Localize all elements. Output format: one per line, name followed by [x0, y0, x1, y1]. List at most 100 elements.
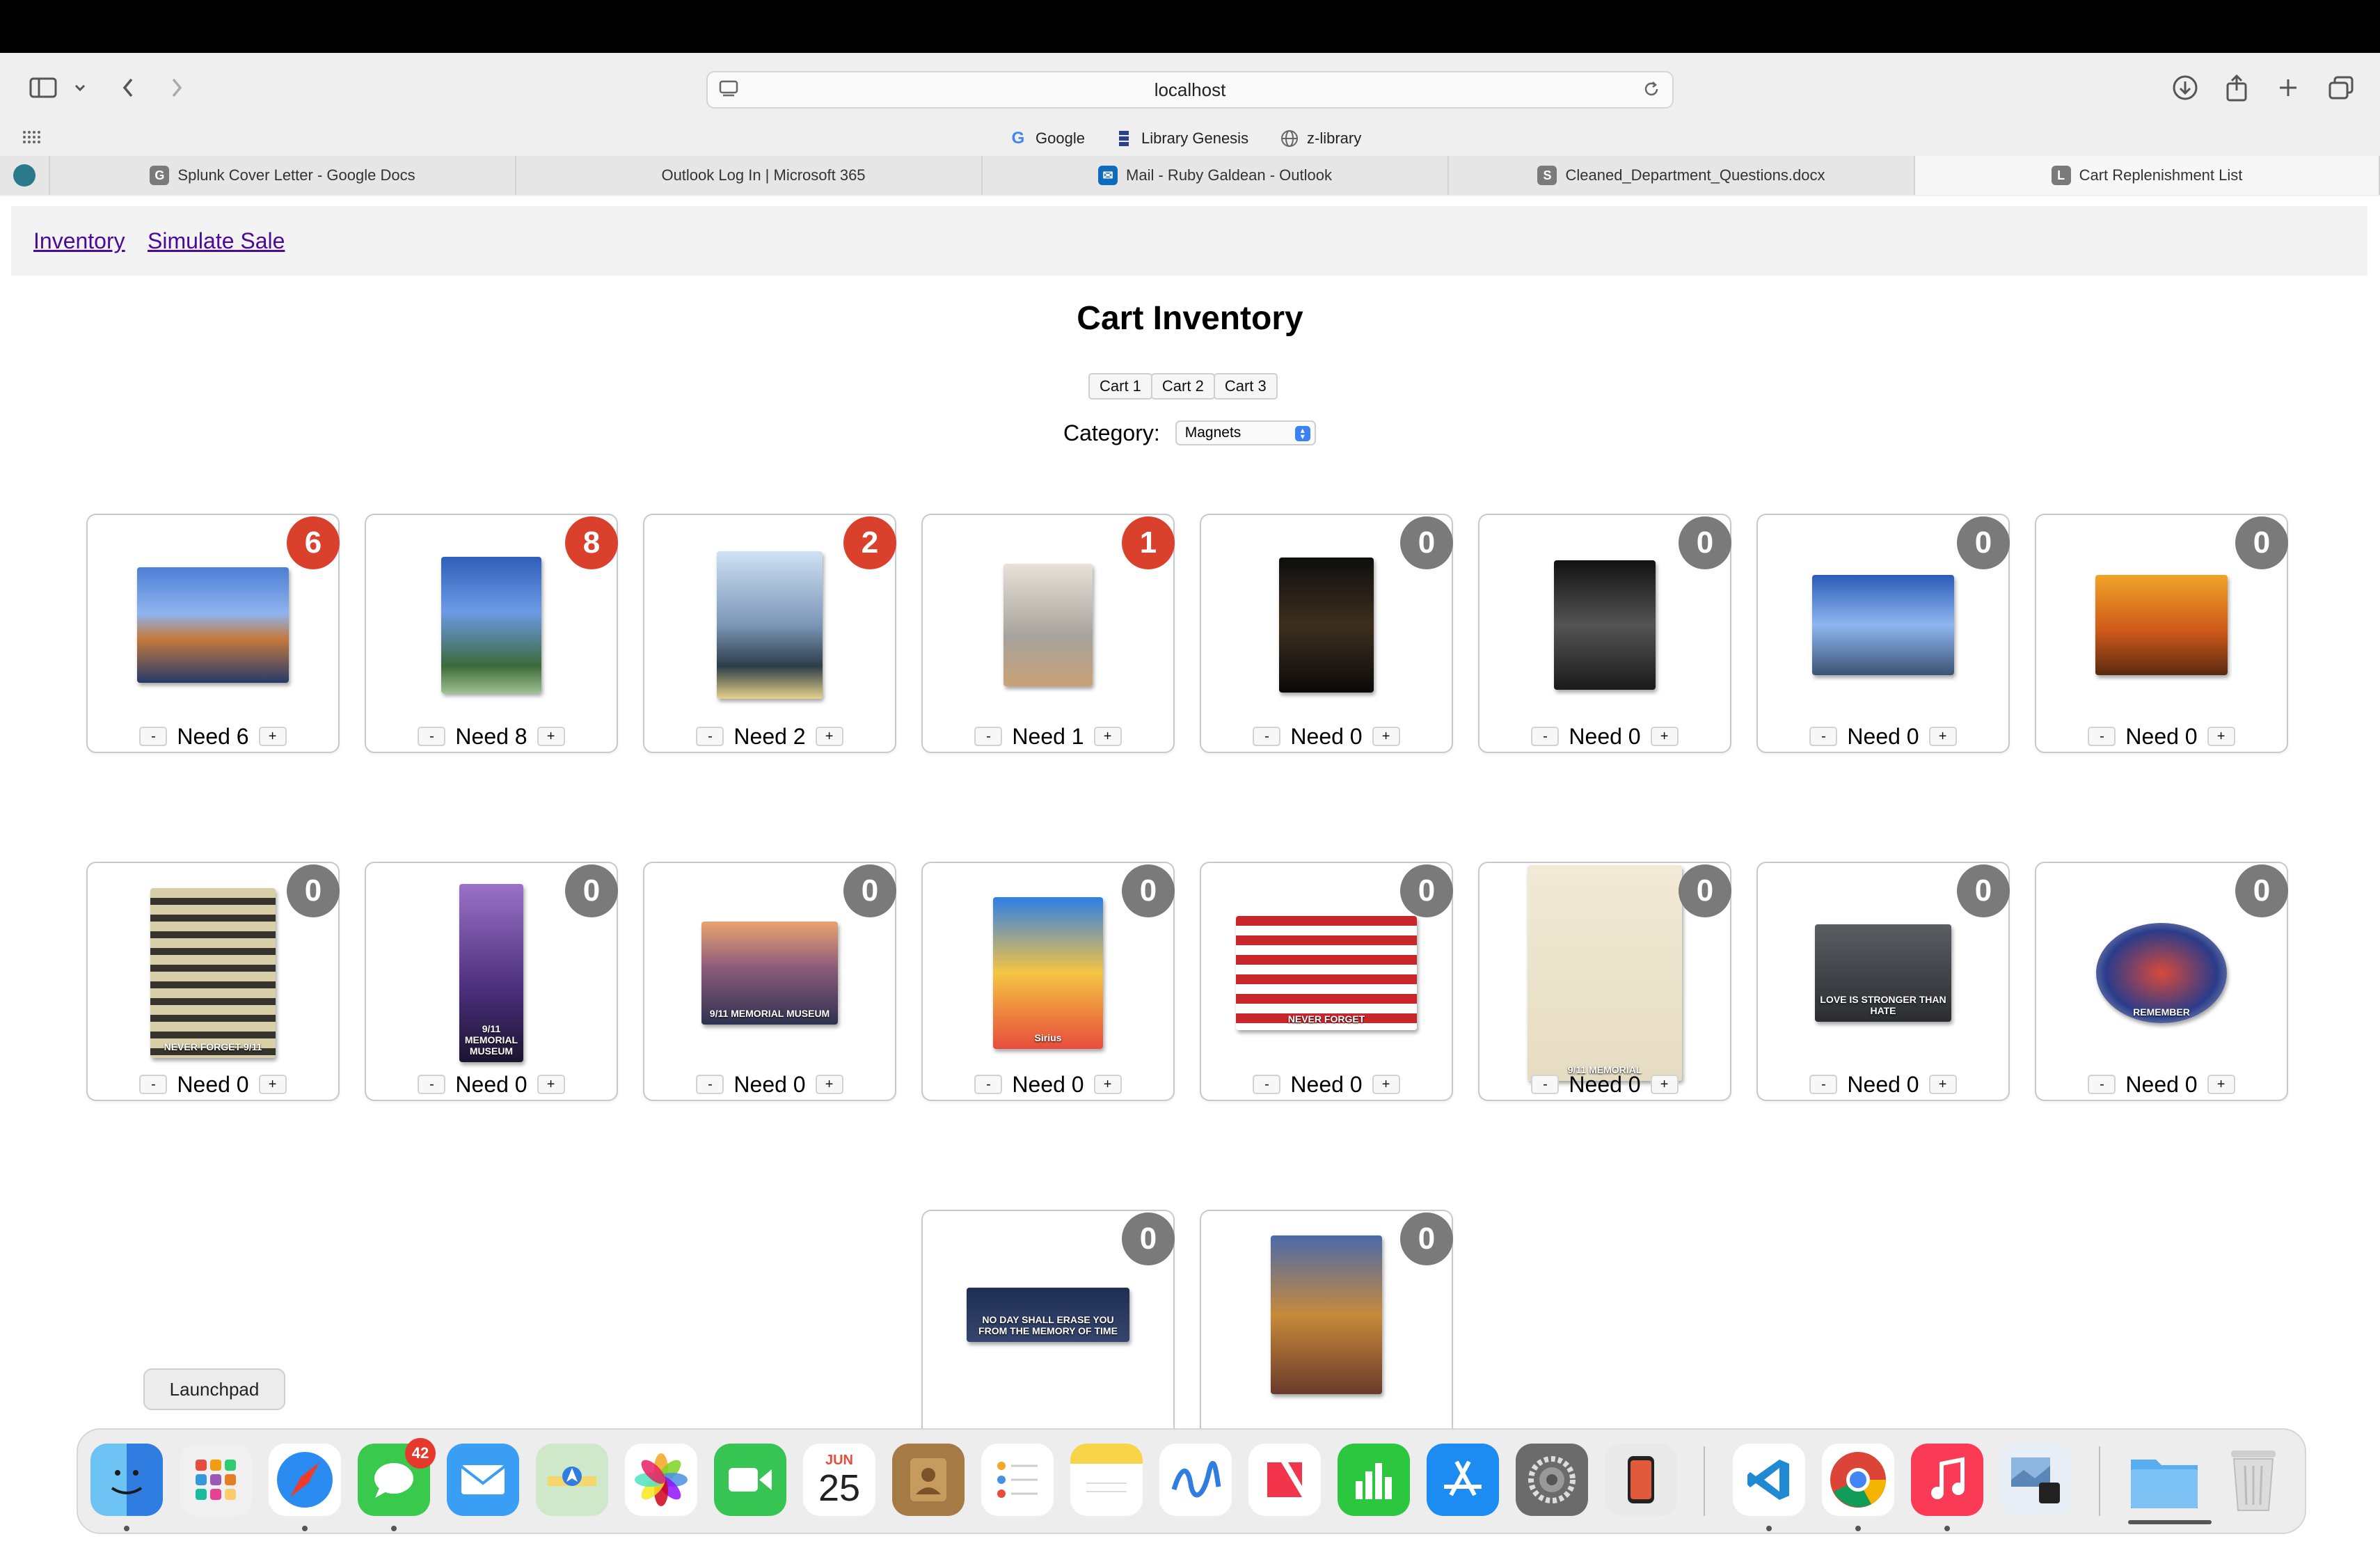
decrement-button[interactable]: -: [2088, 1075, 2116, 1094]
reminders-icon[interactable]: [981, 1444, 1054, 1516]
increment-button[interactable]: +: [1650, 1075, 1679, 1094]
decrement-button[interactable]: -: [696, 727, 724, 746]
decrement-button[interactable]: -: [974, 727, 1003, 746]
apps-grid-icon[interactable]: [21, 125, 42, 149]
decrement-button[interactable]: -: [696, 1075, 724, 1094]
tab-outlook-mail[interactable]: ✉ Mail - Ruby Galdean - Outlook: [983, 156, 1449, 195]
increment-button[interactable]: +: [1372, 727, 1400, 746]
decrement-button[interactable]: -: [1531, 727, 1560, 746]
chevron-down-icon[interactable]: [70, 71, 90, 104]
contacts-icon[interactable]: [892, 1444, 965, 1516]
system-menubar: [0, 0, 2380, 53]
page-settings-icon[interactable]: [719, 79, 738, 102]
dock-separator: [1704, 1446, 1705, 1516]
share-icon[interactable]: [2220, 71, 2253, 104]
increment-button[interactable]: +: [815, 727, 843, 746]
nav-link-simulate-sale[interactable]: Simulate Sale: [148, 228, 285, 254]
need-label: Need 0: [1569, 1071, 1641, 1097]
increment-button[interactable]: +: [1093, 727, 1122, 746]
cart-3-button[interactable]: Cart 3: [1213, 373, 1278, 400]
product-card: 1 - Need 1 +: [921, 514, 1175, 753]
calendar-day: 25: [818, 1467, 861, 1509]
freeform-icon[interactable]: [1159, 1444, 1232, 1516]
product-card: 9/11 MEMORIAL MUSEUM 0 - Need 0 +: [365, 862, 618, 1101]
downloads-folder-icon[interactable]: [2128, 1444, 2200, 1516]
cart-2-button[interactable]: Cart 2: [1150, 373, 1215, 400]
maps-icon[interactable]: [536, 1444, 608, 1516]
address-bar[interactable]: localhost: [706, 71, 1674, 109]
decrement-button[interactable]: -: [1809, 727, 1838, 746]
numbers-icon[interactable]: [1338, 1444, 1410, 1516]
quantity-stepper: - Need 0 +: [2036, 1072, 2287, 1097]
back-icon[interactable]: [116, 71, 141, 104]
chrome-icon[interactable]: [1822, 1444, 1894, 1516]
photos-icon[interactable]: [625, 1444, 697, 1516]
sidebar-toggle-icon[interactable]: [26, 71, 60, 104]
safari-icon[interactable]: [269, 1444, 341, 1516]
downloads-icon[interactable]: [2168, 71, 2202, 104]
increment-button[interactable]: +: [1650, 727, 1679, 746]
tab-outlook-login[interactable]: Outlook Log In | Microsoft 365: [516, 156, 983, 195]
bookmark-library-genesis[interactable]: Library Genesis: [1115, 127, 1248, 150]
need-count-badge: 0: [1957, 516, 2010, 569]
decrement-button[interactable]: -: [1531, 1075, 1560, 1094]
tab-cleaned-department-questions[interactable]: S Cleaned_Department_Questions.docx: [1449, 156, 1915, 195]
increment-button[interactable]: +: [815, 1075, 843, 1094]
decrement-button[interactable]: -: [1253, 727, 1281, 746]
notes-icon[interactable]: [1070, 1444, 1143, 1516]
finder-icon[interactable]: [90, 1444, 163, 1516]
nav-link-inventory[interactable]: Inventory: [33, 228, 125, 254]
category-select[interactable]: Magnets ▴ ▾: [1175, 420, 1316, 445]
mail-icon[interactable]: [447, 1444, 519, 1516]
need-count-badge: 0: [1122, 864, 1175, 917]
increment-button[interactable]: +: [1928, 727, 1957, 746]
forward-icon[interactable]: [164, 71, 189, 104]
increment-button[interactable]: +: [2207, 727, 2235, 746]
increment-button[interactable]: +: [258, 727, 287, 746]
app-store-icon[interactable]: [1427, 1444, 1499, 1516]
pinned-tab[interactable]: [0, 156, 50, 195]
quantity-stepper: - Need 0 +: [1758, 1072, 2008, 1097]
decrement-button[interactable]: -: [1253, 1075, 1281, 1094]
launchpad-icon[interactable]: [180, 1444, 252, 1516]
trash-icon[interactable]: [2217, 1444, 2290, 1516]
increment-button[interactable]: +: [1372, 1075, 1400, 1094]
tab-cart-replenishment-list[interactable]: L Cart Replenishment List: [1915, 156, 2380, 195]
increment-button[interactable]: +: [2207, 1075, 2235, 1094]
tab-bar: G Splunk Cover Letter - Google Docs Outl…: [0, 156, 2380, 196]
bookmark-z-library[interactable]: z-library: [1280, 127, 1361, 150]
increment-button[interactable]: +: [1928, 1075, 1957, 1094]
decrement-button[interactable]: -: [2088, 727, 2116, 746]
facetime-icon[interactable]: [714, 1444, 786, 1516]
tab-favicon: S: [1537, 166, 1557, 185]
decrement-button[interactable]: -: [139, 727, 168, 746]
increment-button[interactable]: +: [537, 727, 565, 746]
reload-icon[interactable]: [1642, 79, 1661, 104]
calendar-icon[interactable]: JUN 25: [803, 1444, 875, 1516]
cart-1-button[interactable]: Cart 1: [1088, 373, 1152, 400]
new-tab-icon[interactable]: [2271, 71, 2305, 104]
need-label: Need 8: [455, 723, 527, 749]
decrement-button[interactable]: -: [418, 727, 446, 746]
quantity-stepper: - Need 0 +: [1201, 1072, 1452, 1097]
increment-button[interactable]: +: [1093, 1075, 1122, 1094]
magnet-thumbnail: 9/11 MEMORIAL: [1528, 865, 1682, 1081]
vscode-icon[interactable]: [1733, 1444, 1805, 1516]
need-label: Need 0: [177, 1071, 249, 1097]
tab-overview-icon[interactable]: [2324, 71, 2358, 104]
decrement-button[interactable]: -: [139, 1075, 168, 1094]
iphone-mirroring-icon[interactable]: [1605, 1444, 1677, 1516]
bookmark-google[interactable]: G Google: [1009, 127, 1085, 150]
news-icon[interactable]: [1248, 1444, 1321, 1516]
increment-button[interactable]: +: [537, 1075, 565, 1094]
decrement-button[interactable]: -: [1809, 1075, 1838, 1094]
tab-splunk-cover-letter[interactable]: G Splunk Cover Letter - Google Docs: [50, 156, 516, 195]
decrement-button[interactable]: -: [418, 1075, 446, 1094]
decrement-button[interactable]: -: [974, 1075, 1003, 1094]
need-label: Need 0: [1847, 723, 1919, 749]
increment-button[interactable]: +: [258, 1075, 287, 1094]
preview-icon[interactable]: [2000, 1444, 2072, 1516]
system-settings-icon[interactable]: [1516, 1444, 1588, 1516]
bookmark-label: z-library: [1307, 129, 1362, 147]
music-icon[interactable]: [1911, 1444, 1983, 1516]
